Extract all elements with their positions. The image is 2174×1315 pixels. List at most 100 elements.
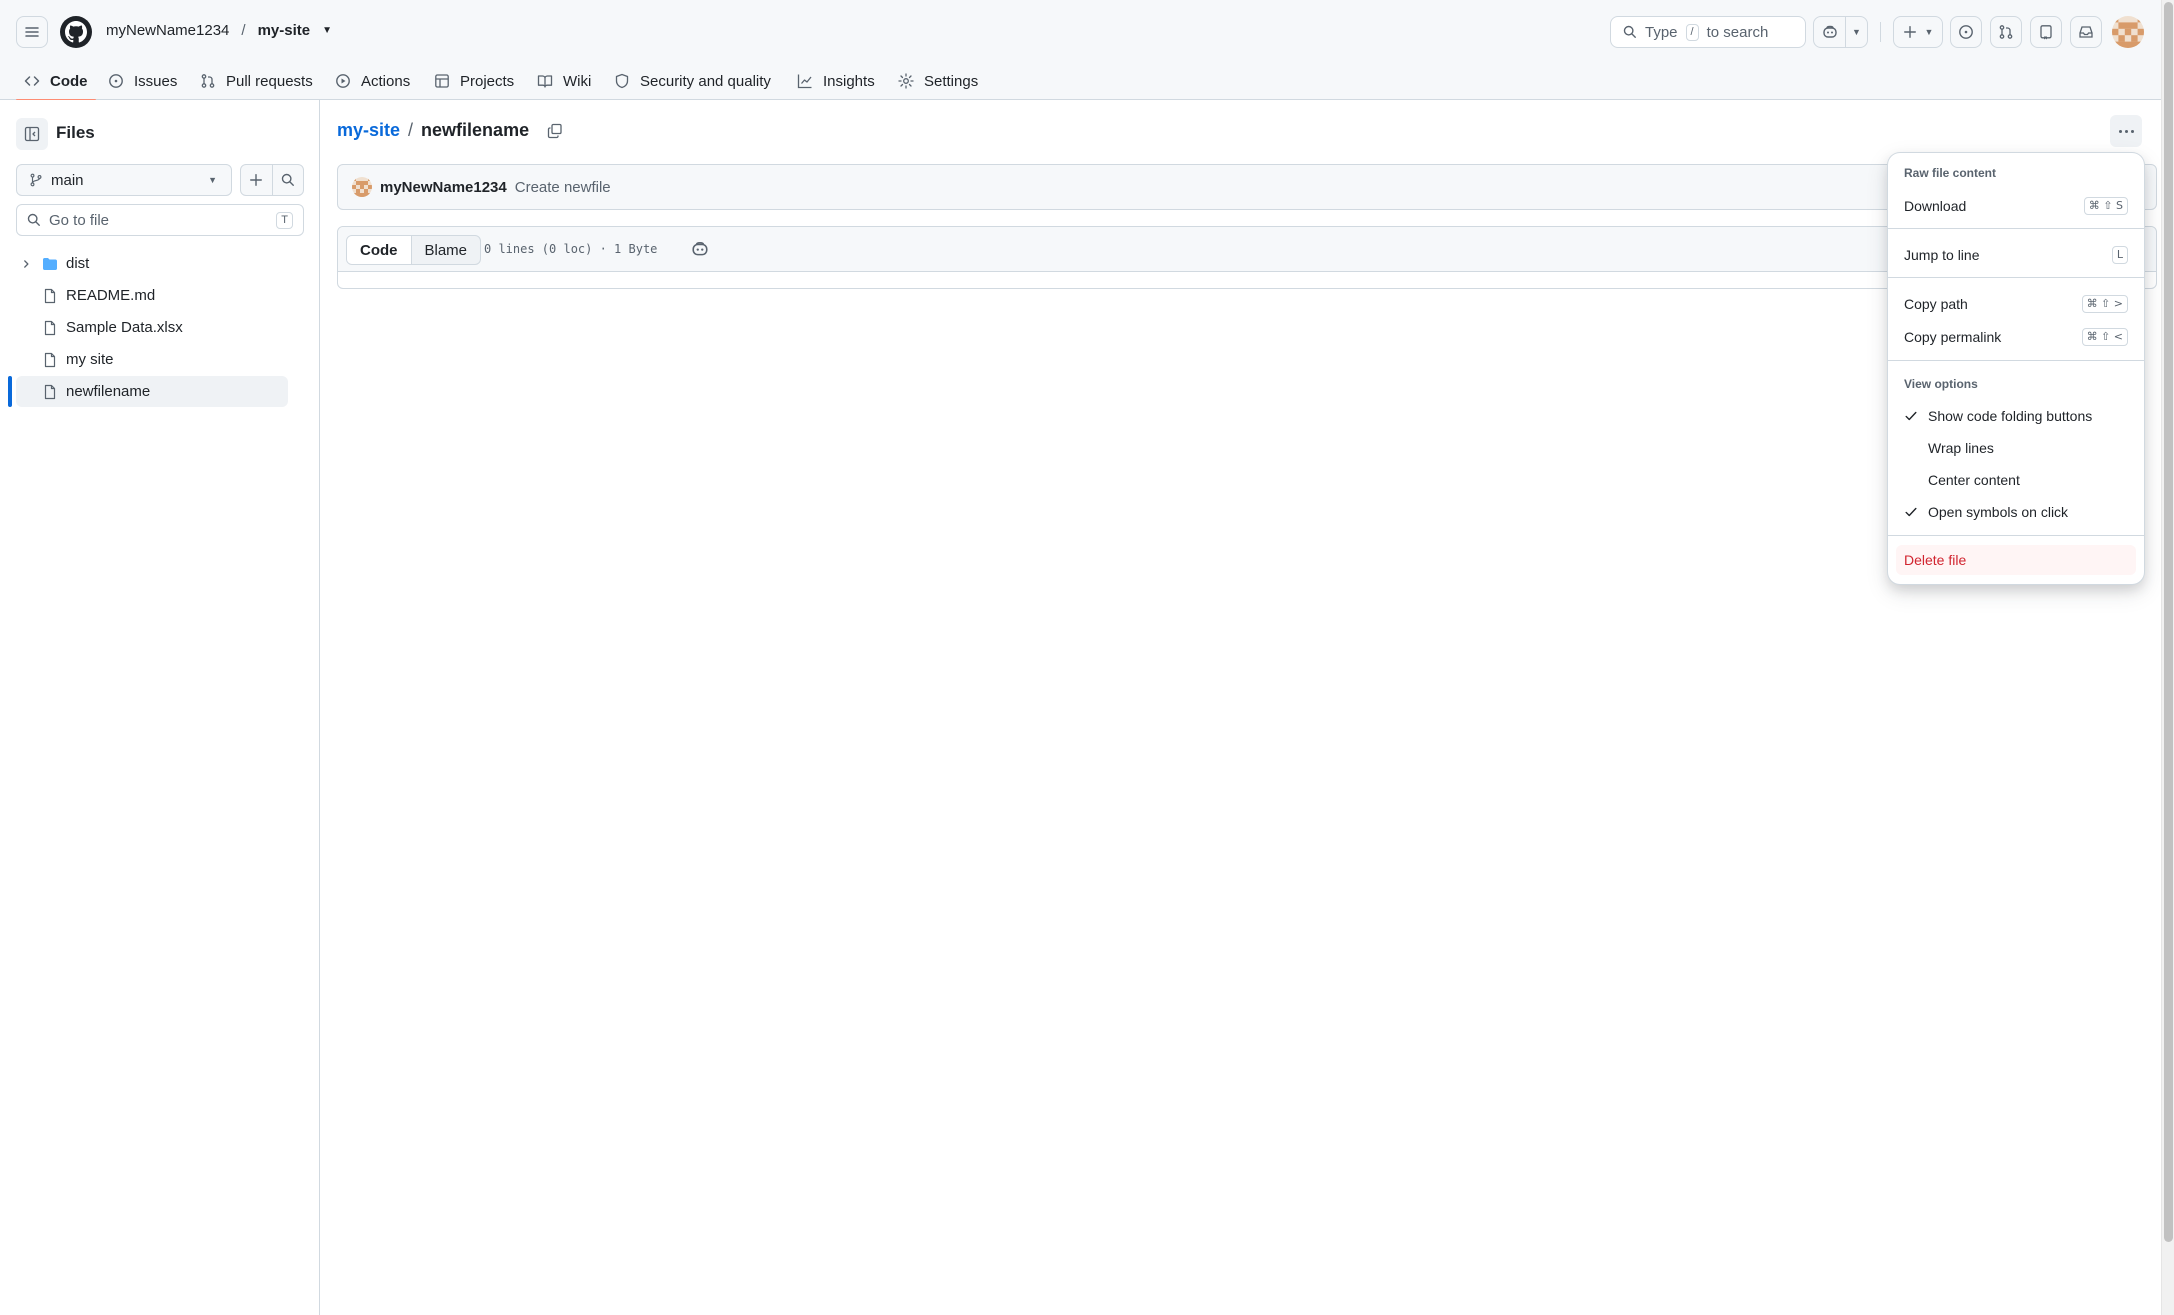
global-header: myNewName1234 / my-site ▼ Type / to sear… xyxy=(0,0,2161,101)
tab-projects-label: Projects xyxy=(460,72,515,90)
sidebar-title: Files xyxy=(56,123,95,142)
menu-copy-permalink-shortcut: ⌘ ⇧ < xyxy=(2081,328,2128,346)
active-item-indicator xyxy=(8,376,12,407)
menu-divider xyxy=(1888,228,2144,229)
menu-show-folding[interactable]: Show code folding buttons xyxy=(1896,401,2136,431)
menu-delete-file[interactable]: Delete file xyxy=(1896,545,2136,575)
menu-copy-permalink[interactable]: Copy permalink ⌘ ⇧ < xyxy=(1896,322,2136,352)
hamburger-icon xyxy=(25,27,39,37)
add-file-button[interactable] xyxy=(241,165,272,195)
breadcrumb-repo-link[interactable]: my-site xyxy=(337,120,400,141)
repositories-shortcut-button[interactable] xyxy=(2030,16,2062,48)
copy-path-icon[interactable] xyxy=(547,123,563,139)
search-files-button[interactable] xyxy=(271,165,304,195)
checkmark-icon xyxy=(1904,409,1920,423)
copilot-button[interactable] xyxy=(1814,17,1846,47)
github-logo[interactable] xyxy=(60,16,92,48)
file-icon xyxy=(42,352,58,368)
pull-request-icon xyxy=(1999,25,2013,39)
search-icon xyxy=(281,173,294,186)
branch-selector[interactable]: main ▼ xyxy=(16,164,232,196)
tab-projects[interactable]: Projects xyxy=(426,62,522,100)
user-avatar[interactable] xyxy=(2112,16,2144,48)
menu-open-symbols-label: Open symbols on click xyxy=(1928,504,2069,520)
book-icon xyxy=(537,75,553,88)
file-stats: 0 lines (0 loc) · 1 Byte xyxy=(484,242,658,256)
menu-center-content[interactable]: Center content xyxy=(1896,465,2136,495)
git-branch-icon xyxy=(30,173,42,187)
chevron-right-icon[interactable] xyxy=(18,259,34,269)
tab-pull-requests[interactable]: Pull requests xyxy=(192,62,321,100)
copilot-icon xyxy=(1822,25,1837,38)
menu-download[interactable]: Download ⌘ ⇧ S xyxy=(1896,191,2136,221)
breadcrumb-filename: newfilename xyxy=(421,120,530,140)
breadcrumb: my-site / newfilename xyxy=(337,120,563,141)
tree-item-label: README.md xyxy=(66,287,156,304)
go-to-file-placeholder: Go to file xyxy=(49,211,110,229)
identicon-icon xyxy=(2112,16,2144,48)
menu-jump-to-line[interactable]: Jump to line L xyxy=(1896,240,2136,270)
tree-item-sample-data[interactable]: Sample Data.xlsx xyxy=(16,312,288,343)
tab-settings[interactable]: Settings xyxy=(890,62,986,100)
tab-issues-label: Issues xyxy=(134,72,178,90)
pull-requests-shortcut-button[interactable] xyxy=(1990,16,2022,48)
menu-group-raw: Raw file content xyxy=(1904,166,1997,180)
owner-link[interactable]: myNewName1234 xyxy=(106,22,229,39)
issue-icon xyxy=(109,74,123,88)
tree-item-label: my site xyxy=(66,351,114,368)
search-suffix: to search xyxy=(1706,23,1769,41)
issues-shortcut-button[interactable] xyxy=(1950,16,1982,48)
tree-item-newfilename[interactable]: newfilename xyxy=(16,376,288,407)
table-icon xyxy=(435,74,449,88)
menu-copy-path-shortcut: ⌘ ⇧ > xyxy=(2081,295,2128,313)
tab-code-view[interactable]: Code xyxy=(347,236,412,264)
file-actions-menu: Raw file content Download ⌘ ⇧ S Jump to … xyxy=(1888,153,2144,584)
global-search-button[interactable]: Type / to search xyxy=(1610,16,1806,48)
tab-blame-view[interactable]: Blame xyxy=(412,236,481,264)
menu-copy-path-label: Copy path xyxy=(1904,296,1968,312)
create-new-button[interactable]: ▼ xyxy=(1893,16,1943,48)
tab-issues[interactable]: Issues xyxy=(100,62,185,100)
repo-navigation: Code Issues Pull requests Actions Projec… xyxy=(0,62,2161,101)
commit-message-link[interactable]: Create newfile xyxy=(515,179,611,196)
tab-actions[interactable]: Actions xyxy=(327,62,418,100)
repo-link[interactable]: my-site xyxy=(258,22,311,39)
go-to-file-shortcut: T xyxy=(276,211,293,229)
tab-wiki[interactable]: Wiki xyxy=(529,62,599,100)
code-icon xyxy=(24,76,40,86)
commit-author-link[interactable]: myNewName1234 xyxy=(380,179,507,196)
scrollbar-thumb[interactable] xyxy=(2164,2,2173,1242)
copilot-dropdown-caret-icon[interactable]: ▼ xyxy=(1846,27,1867,37)
page-scrollbar[interactable] xyxy=(2161,0,2174,1315)
tab-code-label: Code xyxy=(50,72,88,90)
checkmark-icon xyxy=(1904,505,1920,519)
tree-item-dist[interactable]: dist xyxy=(16,248,288,279)
search-shortcut-key: / xyxy=(1685,23,1699,41)
menu-wrap-lines[interactable]: Wrap lines xyxy=(1896,433,2136,463)
tab-insights[interactable]: Insights xyxy=(789,62,883,100)
commit-author-avatar[interactable] xyxy=(352,177,372,197)
tree-item-readme[interactable]: README.md xyxy=(16,280,288,311)
sidebar-collapse-icon xyxy=(24,126,40,142)
menu-divider xyxy=(1888,360,2144,361)
menu-copy-path[interactable]: Copy path ⌘ ⇧ > xyxy=(1896,289,2136,319)
tab-security[interactable]: Security and quality xyxy=(606,62,779,100)
gear-icon xyxy=(898,73,914,89)
breadcrumb-separator: / xyxy=(408,120,414,140)
create-dropdown-caret-icon: ▼ xyxy=(1924,27,1934,37)
menu-open-symbols[interactable]: Open symbols on click xyxy=(1896,497,2136,527)
graph-icon xyxy=(797,74,812,89)
more-file-actions-button[interactable] xyxy=(2110,115,2142,147)
hamburger-menu-button[interactable] xyxy=(16,16,48,48)
copilot-icon[interactable] xyxy=(691,240,709,261)
tab-actions-label: Actions xyxy=(361,72,411,90)
tab-code[interactable]: Code xyxy=(16,62,96,101)
menu-jump-shortcut: L xyxy=(2111,246,2128,264)
shield-icon xyxy=(615,73,629,89)
collapse-sidebar-button[interactable] xyxy=(16,118,48,150)
go-to-file-input[interactable]: Go to file T xyxy=(16,204,304,236)
repo-context: myNewName1234 / my-site ▼ xyxy=(106,22,332,39)
tree-item-my-site[interactable]: my site xyxy=(16,344,288,375)
notifications-button[interactable] xyxy=(2070,16,2102,48)
repo-dropdown-caret-icon[interactable]: ▼ xyxy=(322,25,332,36)
